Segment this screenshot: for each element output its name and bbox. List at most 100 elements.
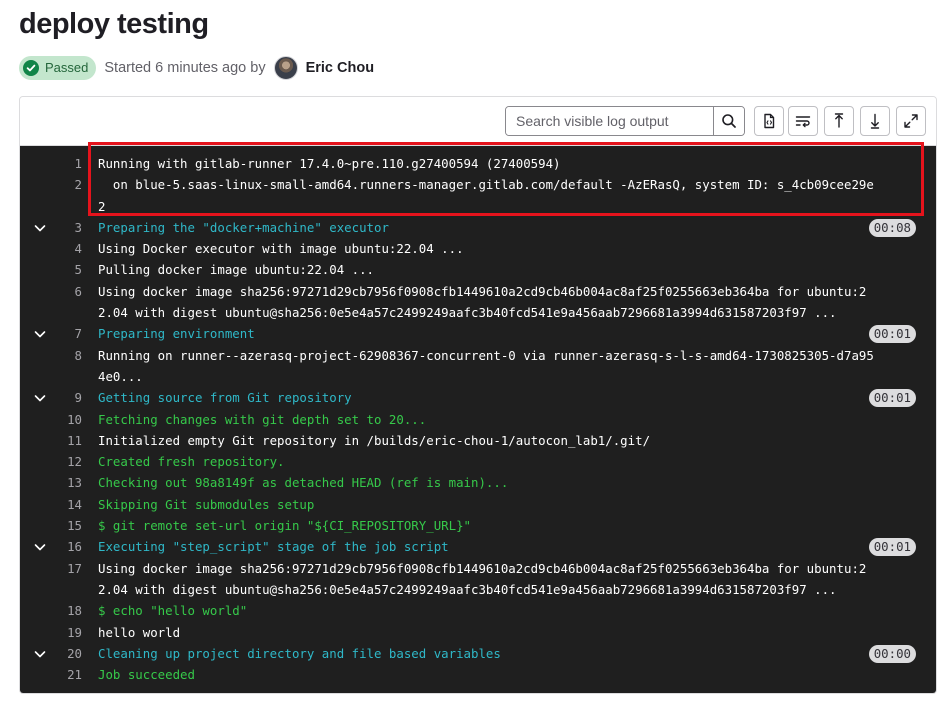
- line-number[interactable]: 20: [56, 643, 82, 664]
- line-number[interactable]: 5: [56, 259, 82, 280]
- log-text: Preparing environment: [98, 326, 255, 342]
- job-meta: Passed Started 6 minutes ago by Eric Cho…: [19, 55, 374, 80]
- log-text: Checking out 98a8149f as detached HEAD (…: [98, 475, 509, 491]
- scroll-to-bottom-button[interactable]: [860, 106, 890, 136]
- log-line: 15 $ git remote set-url origin "${CI_REPO…: [20, 515, 936, 536]
- chevron-down-icon[interactable]: [33, 327, 47, 341]
- scroll-to-bottom-icon: [870, 113, 880, 129]
- line-number[interactable]: 17: [56, 558, 82, 579]
- line-number[interactable]: 6: [56, 281, 82, 302]
- line-number[interactable]: 18: [56, 600, 82, 621]
- status-badge[interactable]: Passed: [19, 55, 97, 80]
- log-text: $ git remote set-url origin "${CI_REPOSI…: [98, 518, 471, 534]
- log-line: 6 Using docker image sha256:97271d29cb795…: [20, 281, 936, 302]
- wrap-lines-button[interactable]: [788, 106, 818, 136]
- log-section-header[interactable]: 7 Preparing environment 00:01: [20, 323, 936, 344]
- line-number[interactable]: 19: [56, 622, 82, 643]
- log-text: Fetching changes with git depth set to 2…: [98, 411, 427, 427]
- log-section-header[interactable]: 16 Executing "step_script" stage of the j…: [20, 536, 936, 557]
- log-line: 2 on blue-5.saas-linux-small-amd64.runne…: [20, 174, 936, 195]
- check-circle-icon: [23, 59, 39, 76]
- fullscreen-icon: [904, 114, 918, 128]
- log-text: Running on runner--azerasq-project-62908…: [98, 347, 874, 363]
- log-search: [505, 106, 745, 136]
- log-line: 21 Job succeeded: [20, 664, 936, 685]
- avatar[interactable]: [273, 55, 298, 80]
- scroll-to-top-button[interactable]: [824, 106, 854, 136]
- search-button[interactable]: [713, 107, 744, 135]
- log-line: 4e0...: [20, 366, 936, 387]
- line-number[interactable]: 3: [56, 217, 82, 238]
- log-text: Job succeeded: [98, 667, 195, 683]
- search-input[interactable]: [506, 107, 713, 135]
- line-number[interactable]: 15: [56, 515, 82, 536]
- log-line: 2: [20, 196, 936, 217]
- log-text: Initialized empty Git repository in /bui…: [98, 432, 651, 448]
- author-link[interactable]: Eric Chou: [306, 60, 374, 76]
- log-text: on blue-5.saas-linux-small-amd64.runners…: [98, 177, 874, 193]
- log-text: Pulling docker image ubuntu:22.04 ...: [98, 262, 375, 278]
- log-line: 13 Checking out 98a8149f as detached HEAD…: [20, 472, 936, 493]
- line-number[interactable]: 7: [56, 323, 82, 344]
- line-number[interactable]: 11: [56, 430, 82, 451]
- line-number[interactable]: 14: [56, 494, 82, 515]
- line-number[interactable]: 10: [56, 409, 82, 430]
- chevron-down-icon[interactable]: [33, 221, 47, 235]
- log-section-header[interactable]: 20 Cleaning up project directory and file…: [20, 643, 936, 664]
- log-text: Cleaning up project directory and file b…: [98, 645, 501, 661]
- search-icon: [722, 114, 736, 128]
- log-text: hello world: [98, 624, 181, 640]
- section-duration-badge: 00:01: [868, 389, 916, 408]
- line-number[interactable]: 8: [56, 345, 82, 366]
- job-log-output: 1 Running with gitlab-runner 17.4.0~pre.1…: [20, 146, 936, 693]
- log-text: Using Docker executor with image ubuntu:…: [98, 241, 464, 257]
- line-number[interactable]: 21: [56, 664, 82, 685]
- job-log-panel: 1 Running with gitlab-runner 17.4.0~pre.1…: [19, 96, 937, 694]
- raw-log-icon: [764, 113, 775, 129]
- chevron-down-icon[interactable]: [33, 391, 47, 405]
- log-text: 2: [98, 198, 106, 214]
- line-number[interactable]: 13: [56, 472, 82, 493]
- log-line: 5 Pulling docker image ubuntu:22.04 ...: [20, 259, 936, 280]
- log-text: Using docker image sha256:97271d29cb7956…: [98, 560, 867, 576]
- log-line: 17 Using docker image sha256:97271d29cb79…: [20, 558, 936, 579]
- log-line: 4 Using Docker executor with image ubuntu…: [20, 238, 936, 259]
- log-text: Running with gitlab-runner 17.4.0~pre.11…: [98, 156, 561, 171]
- line-number[interactable]: 12: [56, 451, 82, 472]
- log-line: 8 Running on runner--azerasq-project-6290…: [20, 345, 936, 366]
- chevron-down-icon[interactable]: [33, 540, 47, 554]
- log-text: 2.04 with digest ubuntu@sha256:0e5e4a57c…: [98, 305, 837, 321]
- log-line: 12 Created fresh repository.: [20, 451, 936, 472]
- line-number[interactable]: 1: [56, 153, 82, 174]
- log-text: Executing "step_script" stage of the job…: [98, 539, 449, 555]
- line-number[interactable]: 9: [56, 387, 82, 408]
- log-line: 10 Fetching changes with git depth set to…: [20, 409, 936, 430]
- log-section-header[interactable]: 3 Preparing the "docker+machine" executor…: [20, 217, 936, 238]
- wrap-lines-icon: [795, 116, 811, 128]
- section-duration-badge: 00:00: [868, 644, 916, 663]
- log-text: 4e0...: [98, 368, 143, 384]
- show-raw-log-button[interactable]: [754, 106, 784, 136]
- log-section-header[interactable]: 9 Getting source from Git repository 00:01: [20, 387, 936, 408]
- line-number[interactable]: 2: [56, 174, 82, 195]
- log-text: Using docker image sha256:97271d29cb7956…: [98, 283, 867, 299]
- section-duration-badge: 00:01: [868, 538, 916, 557]
- line-number[interactable]: 16: [56, 536, 82, 557]
- line-number[interactable]: 4: [56, 238, 82, 259]
- log-line: 2.04 with digest ubuntu@sha256:0e5e4a57c…: [20, 579, 936, 600]
- log-text: Getting source from Git repository: [98, 390, 352, 406]
- log-line: 11 Initialized empty Git repository in /b…: [20, 430, 936, 451]
- log-line: 18 $ echo "hello world": [20, 600, 936, 621]
- log-text: Preparing the "docker+machine" executor: [98, 219, 389, 235]
- log-text: 2.04 with digest ubuntu@sha256:0e5e4a57c…: [98, 581, 837, 597]
- log-line: 2.04 with digest ubuntu@sha256:0e5e4a57c…: [20, 302, 936, 323]
- log-line: 1 Running with gitlab-runner 17.4.0~pre.1…: [20, 153, 936, 174]
- scroll-to-top-icon: [834, 113, 844, 128]
- log-toolbar: [20, 97, 936, 146]
- job-title: deploy testing: [19, 8, 209, 40]
- fullscreen-button[interactable]: [896, 106, 926, 136]
- started-text: Started 6 minutes ago by: [104, 59, 266, 76]
- log-text: Created fresh repository.: [98, 454, 285, 470]
- log-line: 14 Skipping Git submodules setup: [20, 494, 936, 515]
- chevron-down-icon[interactable]: [33, 647, 47, 661]
